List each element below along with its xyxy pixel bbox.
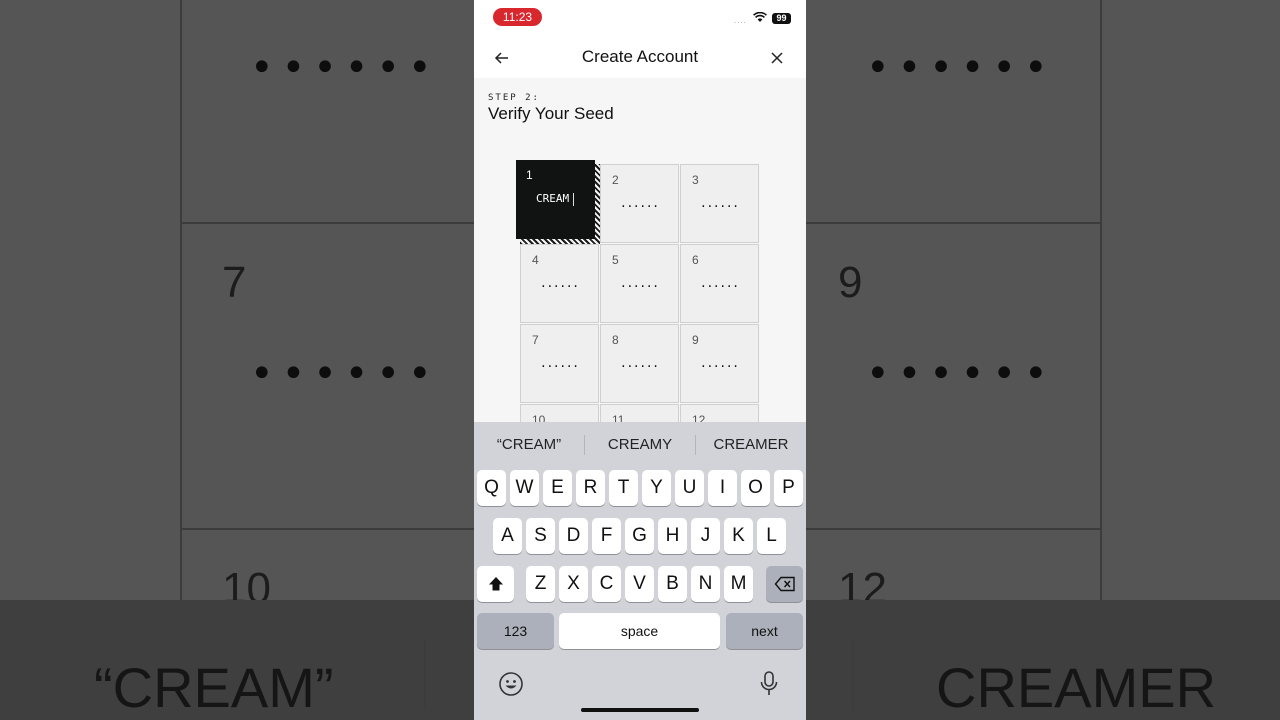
space-key[interactable]: space <box>559 613 720 649</box>
seed-cell-6[interactable]: 6...... <box>680 244 759 323</box>
page-title: Create Account <box>581 47 699 66</box>
shift-icon <box>488 577 503 591</box>
key-z[interactable]: Z <box>526 566 555 602</box>
bg-divider <box>182 528 474 530</box>
key-n[interactable]: N <box>691 566 720 602</box>
bg-number: 7 <box>222 258 247 307</box>
seed-cell-mask: ...... <box>621 195 660 211</box>
key-o[interactable]: O <box>741 470 770 506</box>
seed-cell-2[interactable]: 2...... <box>600 164 679 243</box>
seed-cell-number: 6 <box>692 253 699 267</box>
key-r[interactable]: R <box>576 470 605 506</box>
seed-cell-number: 9 <box>692 333 699 347</box>
key-i[interactable]: I <box>708 470 737 506</box>
key-u[interactable]: U <box>675 470 704 506</box>
bg-dots: •••••• <box>866 351 1056 397</box>
battery-icon: 99 <box>772 13 791 24</box>
seed-word-input[interactable]: CREAM <box>536 192 569 205</box>
key-t[interactable]: T <box>609 470 638 506</box>
key-d[interactable]: D <box>559 518 588 554</box>
seed-cell-mask: ...... <box>541 275 580 291</box>
key-h[interactable]: H <box>658 518 687 554</box>
text-cursor <box>573 193 574 206</box>
bg-dots: •••••• <box>866 45 1056 91</box>
key-x[interactable]: X <box>559 566 588 602</box>
seed-cell-number: 2 <box>612 173 619 187</box>
seed-cell-mask: ...... <box>541 355 580 371</box>
bg-divider <box>852 640 854 710</box>
bg-number: 9 <box>838 258 863 307</box>
seed-cell-4[interactable]: 4...... <box>520 244 599 323</box>
keyboard: “CREAM” CREAMY CREAMER Q W E R T Y U I O… <box>474 422 806 720</box>
key-m[interactable]: M <box>724 566 753 602</box>
seed-cell-mask: ...... <box>621 275 660 291</box>
key-w[interactable]: W <box>510 470 539 506</box>
numbers-key[interactable]: 123 <box>477 613 554 649</box>
bg-divider <box>180 0 182 600</box>
suggestion-1[interactable]: “CREAM” <box>474 436 584 453</box>
bg-divider <box>806 222 1100 224</box>
seed-cell-number: 7 <box>532 333 539 347</box>
seed-cell-8[interactable]: 8...... <box>600 324 679 403</box>
bg-divider <box>1100 0 1102 600</box>
nav-header: Create Account <box>474 36 806 78</box>
key-y[interactable]: Y <box>642 470 671 506</box>
wifi-icon <box>753 12 767 22</box>
backspace-icon <box>774 576 795 592</box>
signal-icon: .... <box>734 16 747 25</box>
key-b[interactable]: B <box>658 566 687 602</box>
status-time: 11:23 <box>493 8 542 26</box>
bg-divider <box>806 528 1100 530</box>
seed-cell-7[interactable]: 7...... <box>520 324 599 403</box>
seed-cell-3[interactable]: 3...... <box>680 164 759 243</box>
key-q[interactable]: Q <box>477 470 506 506</box>
key-a[interactable]: A <box>493 518 522 554</box>
bg-dots: •••••• <box>250 351 440 397</box>
microphone-icon[interactable] <box>759 670 779 698</box>
status-bar: 11:23 .... 99 <box>474 0 806 36</box>
phone-screen: 11:23 .... 99 Create Account STEP 2: Ver… <box>474 0 806 720</box>
seed-cell-number: 4 <box>532 253 539 267</box>
key-p[interactable]: P <box>774 470 803 506</box>
bg-divider <box>424 640 426 710</box>
next-key[interactable]: next <box>726 613 803 649</box>
bg-suggestion: CREAMER <box>936 656 1217 719</box>
suggestion-3[interactable]: CREAMER <box>696 436 806 453</box>
key-l[interactable]: L <box>757 518 786 554</box>
key-g[interactable]: G <box>625 518 654 554</box>
seed-cell-mask: ...... <box>621 355 660 371</box>
seed-cell-9[interactable]: 9...... <box>680 324 759 403</box>
emoji-icon[interactable] <box>498 671 524 697</box>
seed-cell-number: 5 <box>612 253 619 267</box>
suggestion-2[interactable]: CREAMY <box>585 436 695 453</box>
key-c[interactable]: C <box>592 566 621 602</box>
key-v[interactable]: V <box>625 566 654 602</box>
backspace-key[interactable] <box>766 566 803 602</box>
seed-cell-mask: ...... <box>701 195 740 211</box>
step-title: Verify Your Seed <box>488 104 614 123</box>
seed-cell-number: 1 <box>526 168 533 182</box>
key-e[interactable]: E <box>543 470 572 506</box>
bg-divider <box>182 222 474 224</box>
key-f[interactable]: F <box>592 518 621 554</box>
suggestion-bar: “CREAM” CREAMY CREAMER <box>474 422 806 466</box>
key-k[interactable]: K <box>724 518 753 554</box>
bg-dots: •••••• <box>250 45 440 91</box>
seed-cell-mask: ...... <box>701 275 740 291</box>
key-j[interactable]: J <box>691 518 720 554</box>
seed-cell-mask: ...... <box>701 355 740 371</box>
seed-cell-number: 3 <box>692 173 699 187</box>
close-icon[interactable] <box>768 49 786 67</box>
shift-key[interactable] <box>477 566 514 602</box>
seed-cell-5[interactable]: 5...... <box>600 244 679 323</box>
step-label: STEP 2: <box>488 93 540 103</box>
seed-cell-number: 8 <box>612 333 619 347</box>
home-indicator[interactable] <box>581 708 699 712</box>
bg-suggestion: “CREAM” <box>94 656 334 719</box>
key-s[interactable]: S <box>526 518 555 554</box>
seed-cell-1-active[interactable]: 1 CREAM <box>516 160 595 239</box>
